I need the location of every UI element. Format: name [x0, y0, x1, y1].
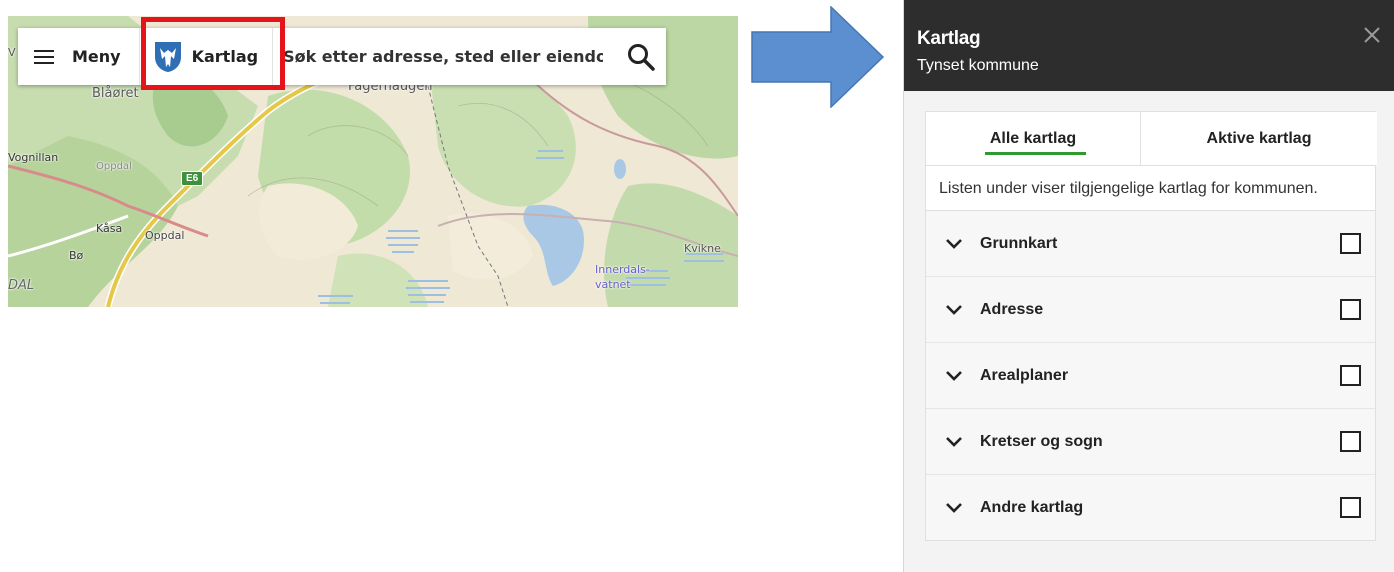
municipality-shield-icon [154, 41, 181, 72]
map-label-vognillan: Vognillan [8, 151, 59, 164]
right-arrow-icon [751, 6, 885, 108]
tab-alle-kartlag[interactable]: Alle kartlag [926, 112, 1140, 165]
map-label-kasa: Kåsa [96, 222, 123, 235]
map-label-innerdalsvatnet-line1: Innerdals- [595, 263, 650, 276]
map-label-edge-v: V [8, 46, 16, 59]
chevron-down-icon [946, 304, 962, 315]
search-icon[interactable] [626, 42, 656, 72]
menu-button[interactable]: Meny [18, 28, 140, 85]
layer-label: Grunnkart [980, 234, 1058, 252]
layer-row-andre-kartlag[interactable]: Andre kartlag [926, 475, 1375, 540]
tab-aktive-kartlag[interactable]: Aktive kartlag [1140, 112, 1377, 165]
menu-label: Meny [72, 47, 121, 66]
search-box [273, 28, 666, 85]
kartlag-button[interactable]: Kartlag [140, 28, 274, 85]
chevron-down-icon [946, 370, 962, 381]
layer-checkbox[interactable] [1340, 365, 1361, 386]
map-toolbar: Meny Kartlag [18, 28, 666, 85]
chevron-down-icon [946, 238, 962, 249]
close-icon[interactable] [1363, 26, 1381, 44]
road-badge-e6: E6 [181, 171, 204, 186]
panel-title: Kartlag [917, 28, 981, 49]
info-text: Listen under viser tilgjengelige kartlag… [926, 166, 1375, 211]
layer-row-arealplaner[interactable]: Arealplaner [926, 343, 1375, 409]
map-label-bo: Bø [69, 249, 84, 262]
map-label-oppdal-small: Oppdal [96, 161, 132, 172]
kartlag-panel: Kartlag Tynset kommune Alle kartlag Akti… [903, 0, 1394, 572]
layer-checkbox[interactable] [1340, 299, 1361, 320]
map-label-blaoret: Blåøret [92, 86, 139, 101]
panel-header: Kartlag Tynset kommune [904, 0, 1394, 91]
panel-body: Alle kartlag Aktive kartlag Listen under… [925, 111, 1377, 541]
layer-label: Arealplaner [980, 366, 1069, 384]
tab-bar: Alle kartlag Aktive kartlag [926, 112, 1377, 166]
layer-checkbox[interactable] [1340, 431, 1361, 452]
tab-label: Aktive kartlag [1206, 129, 1312, 147]
search-input[interactable] [283, 47, 604, 66]
layer-checkbox[interactable] [1340, 497, 1361, 518]
layer-row-grunnkart[interactable]: Grunnkart [926, 211, 1375, 277]
layer-row-kretser-og-sogn[interactable]: Kretser og sogn [926, 409, 1375, 475]
layer-checkbox[interactable] [1340, 233, 1361, 254]
layer-label: Adresse [980, 300, 1044, 318]
chevron-down-icon [946, 436, 962, 447]
hamburger-icon [34, 49, 54, 64]
map-label-dal: DAL [8, 278, 35, 293]
map-label-innerdalsvatnet-line2: vatnet [595, 278, 631, 291]
layer-label: Andre kartlag [980, 498, 1084, 516]
tab-label: Alle kartlag [989, 129, 1077, 147]
kartlag-label: Kartlag [191, 47, 259, 66]
layer-label: Kretser og sogn [980, 432, 1103, 450]
panel-subtitle: Tynset kommune [917, 57, 1039, 74]
map-label-kvikne: Kvikne [684, 242, 721, 255]
layer-row-adresse[interactable]: Adresse [926, 277, 1375, 343]
active-tab-underline [985, 152, 1086, 155]
map-label-oppdal: Oppdal [145, 229, 185, 242]
chevron-down-icon [946, 502, 962, 513]
